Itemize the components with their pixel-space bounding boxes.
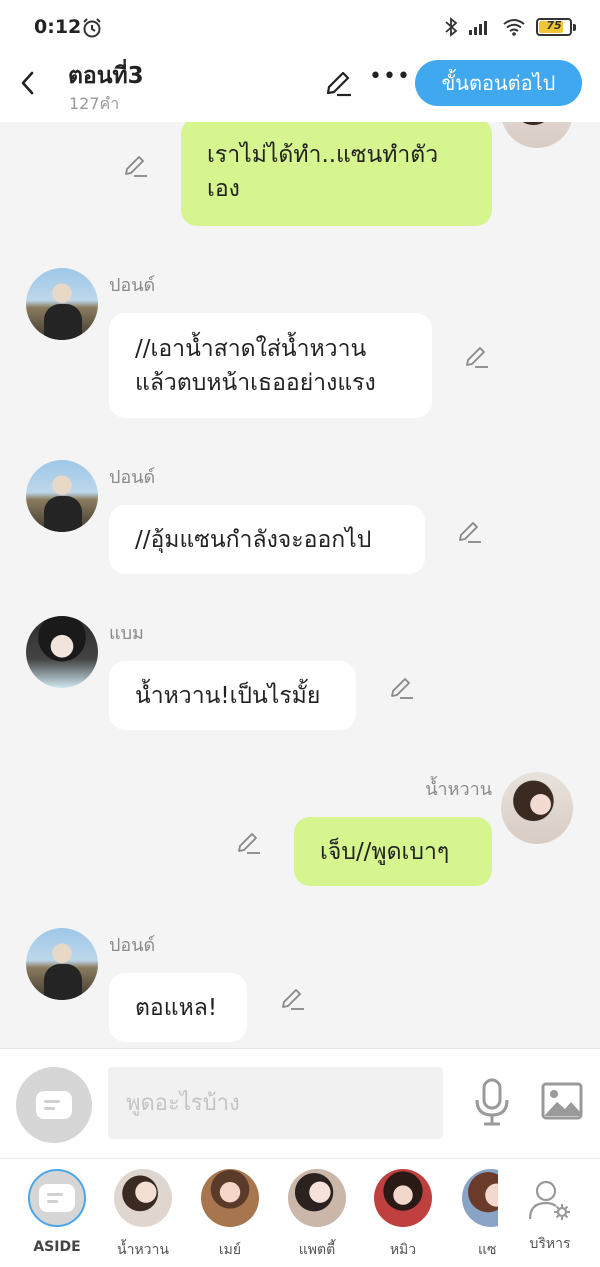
edit-message-icon[interactable]	[280, 986, 306, 1012]
edit-message-icon[interactable]	[457, 519, 483, 545]
character-label: แพตตี้	[298, 1242, 336, 1258]
character-item[interactable]: แพตตี้	[277, 1169, 357, 1261]
microphone-icon[interactable]	[472, 1077, 512, 1127]
back-icon[interactable]	[18, 70, 38, 96]
message-text: ตอแหล!	[135, 994, 218, 1021]
battery-level: 75	[546, 19, 562, 32]
image-icon[interactable]	[541, 1082, 583, 1120]
manage-characters-button[interactable]: บริหาร	[520, 1179, 580, 1255]
message-bubble[interactable]: ตอแหล!	[109, 973, 247, 1042]
message-bubble[interactable]: //อุ้มแซนกำลังจะออกไป	[109, 505, 425, 574]
avatar	[288, 1169, 346, 1227]
bluetooth-icon	[445, 17, 458, 37]
edit-message-icon[interactable]	[389, 675, 415, 701]
character-label: แซ	[478, 1242, 497, 1258]
edit-title-icon[interactable]	[323, 68, 353, 98]
character-label: เมย์	[218, 1242, 242, 1258]
avatar[interactable]	[501, 772, 573, 844]
battery-icon: 75	[536, 18, 576, 36]
chat-bubble-icon	[39, 1184, 75, 1212]
sender-name: น้ำหวาน	[425, 779, 492, 800]
character-bar: ASIDE น้ำหวาน เมย์ แพตตี้ หมิว แซ บริหาร	[0, 1158, 600, 1267]
manage-label: บริหาร	[529, 1236, 571, 1252]
edit-message-icon[interactable]	[464, 344, 490, 370]
avatar[interactable]	[26, 460, 98, 532]
message-input[interactable]	[108, 1067, 443, 1139]
character-label: น้ำหวาน	[117, 1242, 169, 1258]
character-item[interactable]: แซ	[448, 1169, 498, 1261]
avatar	[201, 1169, 259, 1227]
message-text: น้ำหวาน!เป็นไรมั้ย	[135, 682, 321, 709]
alarm-icon	[83, 18, 101, 38]
signal-icon	[469, 21, 487, 35]
avatar[interactable]	[26, 928, 98, 1000]
aside-toggle-button[interactable]	[16, 1067, 92, 1143]
sender-name: ปอนด์	[109, 935, 156, 956]
avatar[interactable]	[26, 616, 98, 688]
chat-area[interactable]: เราไม่ได้ทำ..แซนทำตัวเอง ปอนด์ //เอาน้ำส…	[0, 122, 600, 1048]
word-count: 127คำ	[69, 94, 120, 113]
avatar	[114, 1169, 172, 1227]
character-label: หมิว	[389, 1242, 417, 1258]
message-text: //เอาน้ำสาดใส่น้ำหวานแล้วตบหน้าเธออย่างแ…	[135, 335, 376, 396]
message-bubble[interactable]: น้ำหวาน!เป็นไรมั้ย	[109, 661, 356, 730]
message-text: //อุ้มแซนกำลังจะออกไป	[135, 526, 372, 553]
sender-name: ปอนด์	[109, 467, 156, 488]
page-title: ตอนที่3	[68, 63, 144, 89]
status-time: 0:12	[34, 16, 82, 38]
avatar	[462, 1169, 498, 1227]
input-bar	[0, 1048, 600, 1158]
character-label: ASIDE	[33, 1239, 81, 1255]
message-bubble[interactable]: //เอาน้ำสาดใส่น้ำหวานแล้วตบหน้าเธออย่างแ…	[109, 313, 432, 418]
avatar	[374, 1169, 432, 1227]
character-item[interactable]: เมย์	[190, 1169, 270, 1261]
character-item[interactable]: น้ำหวาน	[103, 1169, 183, 1261]
message-bubble[interactable]: เราไม่ได้ทำ..แซนทำตัวเอง	[181, 122, 492, 226]
edit-message-icon[interactable]	[236, 830, 262, 856]
edit-message-icon[interactable]	[123, 153, 149, 179]
sender-name: แบม	[109, 623, 144, 644]
sender-name: ปอนด์	[109, 275, 156, 296]
status-bar: 0:12 75	[0, 0, 600, 54]
wifi-icon	[503, 19, 525, 36]
character-item[interactable]: หมิว	[363, 1169, 443, 1261]
more-options-icon[interactable]: •••	[369, 64, 411, 89]
user-settings-icon	[528, 1180, 570, 1220]
header: ตอนที่3 127คำ ••• ขั้นตอนต่อไป	[0, 54, 600, 122]
message-bubble[interactable]: เจ็บ//พูดเบาๆ	[294, 817, 492, 886]
avatar[interactable]	[501, 122, 573, 148]
avatar[interactable]	[26, 268, 98, 340]
message-text: เจ็บ//พูดเบาๆ	[320, 838, 450, 865]
chat-bubble-icon	[36, 1091, 72, 1119]
next-step-button[interactable]: ขั้นตอนต่อไป	[415, 60, 582, 106]
character-aside[interactable]: ASIDE	[17, 1169, 97, 1255]
message-text: เราไม่ได้ทำ..แซนทำตัวเอง	[207, 142, 439, 202]
